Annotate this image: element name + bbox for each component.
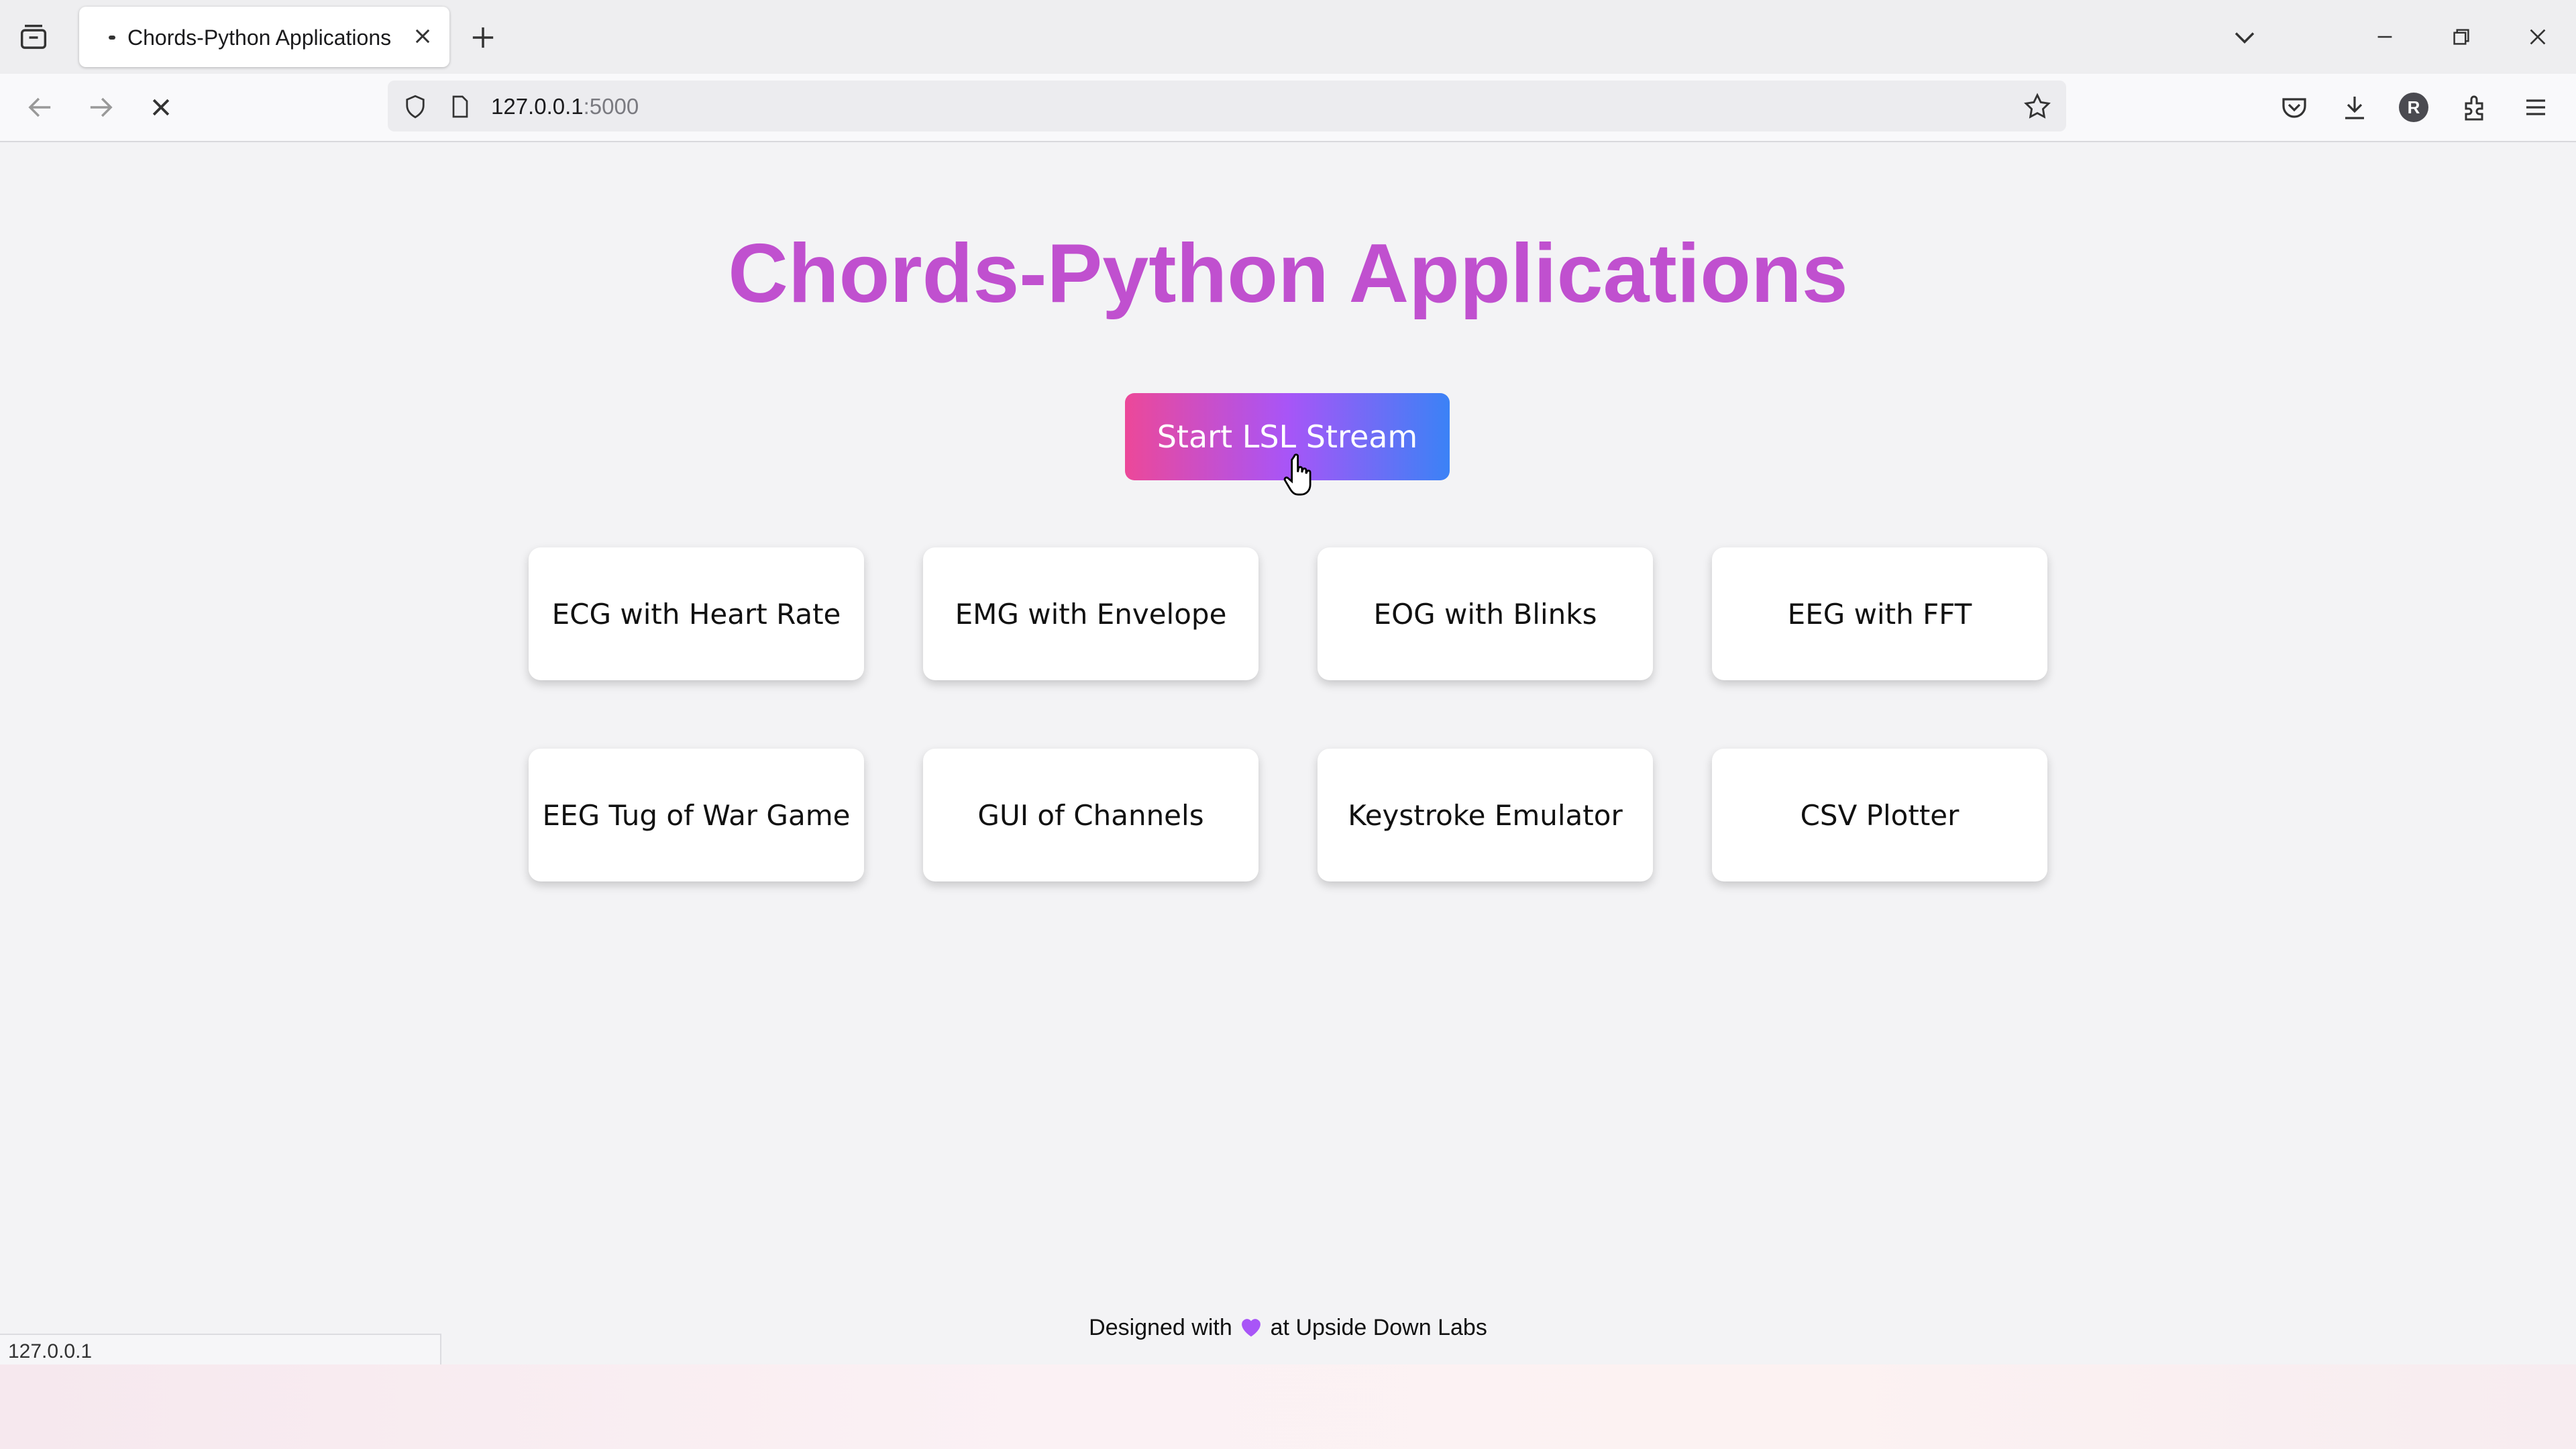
minimize-icon[interactable] (2368, 20, 2402, 54)
url-bar[interactable]: 127.0.0.1:5000 (388, 80, 2066, 131)
app-card-keystroke[interactable]: Keystroke Emulator (1318, 749, 1653, 881)
url-text[interactable]: 127.0.0.1:5000 (491, 94, 639, 119)
app-card-eog[interactable]: EOG with Blinks (1318, 547, 1653, 680)
shield-icon[interactable] (401, 93, 429, 121)
bottom-decoration (0, 1364, 2576, 1449)
heart-icon (1242, 1319, 1261, 1337)
app-card-csv-plotter[interactable]: CSV Plotter (1712, 749, 2047, 881)
stop-loading-icon[interactable] (144, 90, 178, 125)
active-tab[interactable]: Chords-Python Applications (79, 7, 449, 67)
footer-text-after: at Upside Down Labs (1270, 1315, 1487, 1340)
page-title: Chords-Python Applications (728, 227, 1848, 320)
footer-text-before: Designed with (1089, 1315, 1232, 1340)
navigation-bar: 127.0.0.1:5000 R (0, 74, 2576, 142)
tab-bar: Chords-Python Applications (0, 0, 2576, 74)
hand-cursor-icon (1283, 453, 1311, 496)
loading-indicator (109, 36, 115, 40)
app-card-ecg[interactable]: ECG with Heart Rate (529, 547, 864, 680)
page-icon[interactable] (447, 93, 474, 121)
url-host: 127.0.0.1 (491, 94, 584, 119)
page-content: Chords-Python Applications Start LSL Str… (0, 142, 2576, 1363)
download-icon[interactable] (2339, 91, 2371, 123)
new-tab-icon[interactable] (466, 20, 500, 55)
back-icon[interactable] (23, 90, 58, 125)
app-card-tug-of-war[interactable]: EEG Tug of War Game (529, 749, 864, 881)
bookmark-star-icon[interactable] (2022, 91, 2053, 122)
restore-icon[interactable] (2445, 20, 2478, 54)
account-avatar[interactable]: R (2399, 93, 2428, 122)
app-card-gui-channels[interactable]: GUI of Channels (923, 749, 1258, 881)
extensions-icon[interactable] (2459, 91, 2491, 123)
close-window-icon[interactable] (2521, 20, 2555, 54)
pocket-icon[interactable] (2278, 91, 2310, 123)
app-card-emg[interactable]: EMG with Envelope (923, 547, 1258, 680)
tab-title: Chords-Python Applications (127, 25, 392, 50)
tab-manager-icon[interactable] (16, 20, 51, 55)
tab-close-icon[interactable] (408, 21, 437, 51)
forward-icon[interactable] (83, 90, 118, 125)
status-url: 127.0.0.1 (8, 1340, 93, 1362)
url-port: :5000 (583, 94, 639, 119)
menu-icon[interactable] (2520, 91, 2552, 123)
app-card-eeg-fft[interactable]: EEG with FFT (1712, 547, 2047, 680)
chevron-down-icon[interactable] (2227, 20, 2262, 55)
